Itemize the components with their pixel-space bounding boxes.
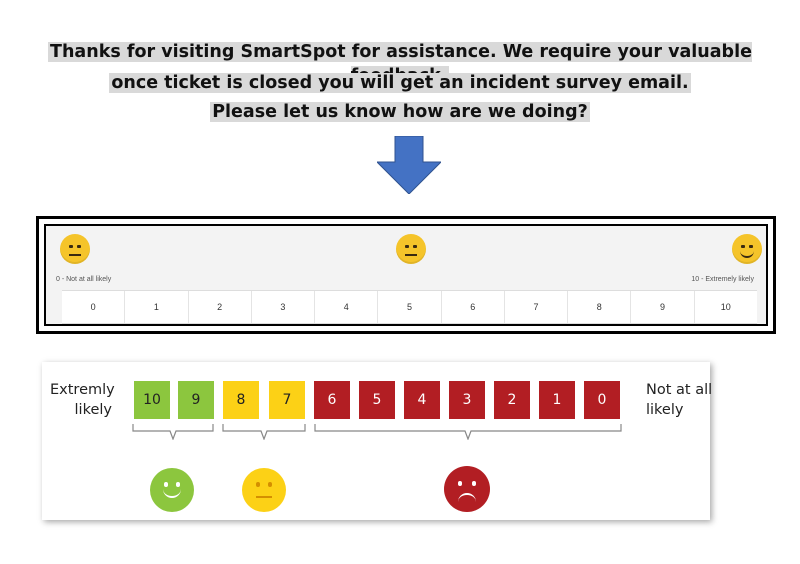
score-box-5: 5 <box>359 381 395 419</box>
not-at-all-likely-label-line1: Not at all <box>646 382 713 398</box>
rating-option-5[interactable]: 5 <box>378 291 442 323</box>
header-line-3-text: Please let us know how are we doing? <box>210 102 590 122</box>
score-box-3: 3 <box>449 381 485 419</box>
rating-option-0[interactable]: 0 <box>62 291 126 323</box>
rating-option-4[interactable]: 4 <box>315 291 379 323</box>
neutral-face-icon <box>242 468 286 512</box>
header-line-2: once ticket is closed you will get an in… <box>0 71 800 95</box>
rating-option-1[interactable]: 1 <box>125 291 189 323</box>
sad-face-icon <box>444 466 490 512</box>
header-line-2-text: once ticket is closed you will get an in… <box>109 73 691 93</box>
rating-option-10[interactable]: 10 <box>695 291 757 323</box>
rating-option-7[interactable]: 7 <box>505 291 569 323</box>
score-box-2: 2 <box>494 381 530 419</box>
header-line-3: Please let us know how are we doing? <box>0 100 800 124</box>
not-at-all-likely-label: Not at all likely <box>646 380 716 420</box>
extremely-likely-label-line1: Extremly <box>50 382 115 398</box>
score-box-10: 10 <box>134 381 170 419</box>
happy-face-icon <box>150 468 194 512</box>
score-box-8: 8 <box>223 381 259 419</box>
not-at-all-likely-label-line2: likely <box>646 402 684 418</box>
rating-option-2[interactable]: 2 <box>189 291 252 323</box>
down-arrow-icon <box>377 136 441 194</box>
score-box-9: 9 <box>178 381 214 419</box>
score-box-4: 4 <box>404 381 440 419</box>
survey-widget-panel: 0 - Not at all likely 10 - Extremely lik… <box>44 224 768 326</box>
promoters-brace <box>132 424 214 440</box>
rating-scale: 0 1 2 3 4 5 6 7 8 9 10 <box>62 290 757 324</box>
score-box-7: 7 <box>269 381 305 419</box>
rating-option-3[interactable]: 3 <box>252 291 316 323</box>
rating-option-9[interactable]: 9 <box>631 291 695 323</box>
passives-brace <box>222 424 306 440</box>
score-box-1: 1 <box>539 381 575 419</box>
neutral-face-icon[interactable] <box>60 234 90 264</box>
rating-option-8[interactable]: 8 <box>568 291 632 323</box>
low-anchor-label: 0 - Not at all likely <box>56 276 112 283</box>
detractors-brace <box>314 424 622 440</box>
score-box-6: 6 <box>314 381 350 419</box>
survey-widget: 0 - Not at all likely 10 - Extremely lik… <box>36 216 776 334</box>
neutral-face-icon[interactable] <box>396 234 426 264</box>
extremely-likely-label-line2: likely <box>74 402 112 418</box>
score-box-0: 0 <box>584 381 620 419</box>
smiling-face-icon[interactable] <box>732 234 762 264</box>
rating-option-6[interactable]: 6 <box>442 291 505 323</box>
high-anchor-label: 10 - Extremely likely <box>691 276 754 283</box>
extremely-likely-label: Extremly likely <box>50 380 115 420</box>
nps-legend: Extremly likely 10 9 8 7 6 5 4 3 2 1 0 N… <box>42 362 712 520</box>
